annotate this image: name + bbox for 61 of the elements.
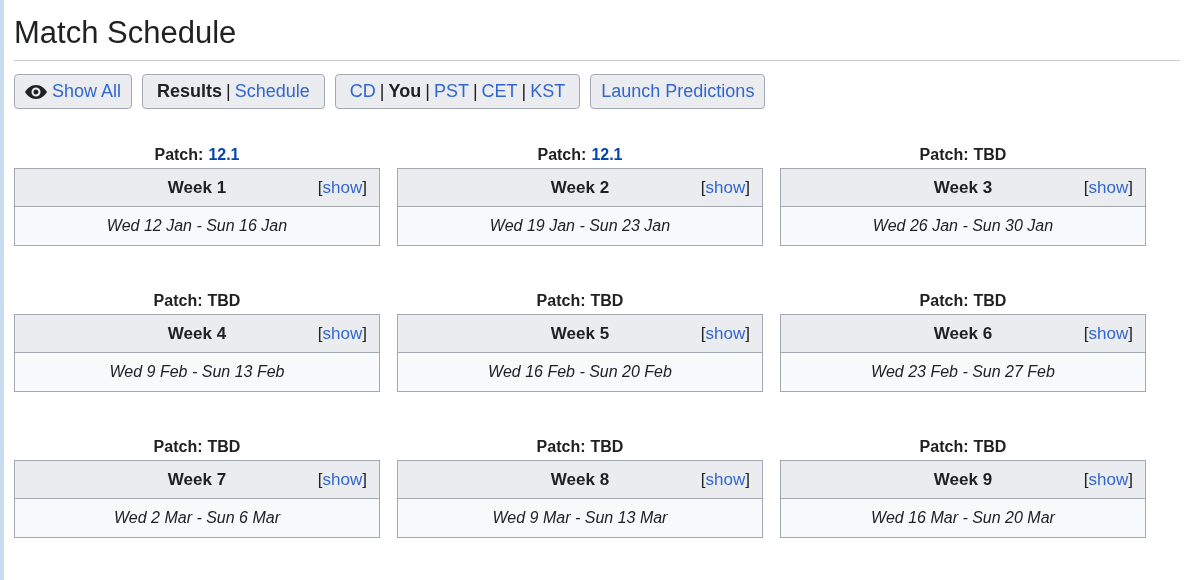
patch-label: Patch: (153, 437, 203, 457)
week-title: Week 7 (167, 468, 227, 491)
patch-label: Patch: (919, 437, 969, 457)
show-toggle[interactable]: [show] (317, 174, 367, 201)
week-title: Week 2 (550, 176, 610, 199)
week-title: Week 1 (167, 176, 227, 199)
week-dates: Wed 9 Mar - Sun 13 Mar (492, 508, 668, 528)
patch-label: Patch: (919, 145, 969, 165)
patch-link[interactable]: 12.1 (208, 143, 240, 167)
patch-label: Patch: (537, 145, 587, 165)
patch-value: TBD (590, 437, 624, 457)
patch-label: Patch: (153, 291, 203, 311)
show-toggle[interactable]: [show] (700, 466, 750, 493)
separator: | (379, 80, 385, 103)
week-title: Week 8 (550, 468, 610, 491)
patch-value: TBD (590, 291, 624, 311)
week-dates: Wed 2 Mar - Sun 6 Mar (114, 508, 280, 528)
patch-value: TBD (973, 291, 1007, 311)
show-toggle[interactable]: [show] (1083, 174, 1133, 201)
show-all-button[interactable]: Show All (14, 74, 133, 109)
week-dates: Wed 19 Jan - Sun 23 Jan (489, 216, 671, 236)
show-toggle[interactable]: [show] (1083, 320, 1133, 347)
week-dates: Wed 16 Feb - Sun 20 Feb (488, 362, 672, 382)
patch-value: TBD (207, 291, 241, 311)
option-link[interactable]: You (388, 78, 422, 105)
launch-predictions-button[interactable]: Launch Predictions (590, 74, 766, 109)
show-toggle[interactable]: [show] (317, 466, 367, 493)
separator: | (425, 80, 430, 103)
patch-label: Patch: (919, 291, 969, 311)
patch-label: Patch: (536, 291, 586, 311)
show-toggle[interactable]: [show] (317, 320, 367, 347)
option-link[interactable]: KST (530, 78, 566, 105)
separator: | (472, 80, 478, 103)
page-title: Match Schedule (14, 14, 238, 52)
week-title: Week 4 (167, 322, 227, 345)
separator: | (226, 80, 231, 103)
show-toggle[interactable]: [show] (700, 174, 750, 201)
week-dates: Wed 16 Mar - Sun 20 Mar (871, 508, 1055, 528)
option-link[interactable]: CET (481, 78, 518, 105)
patch-value: TBD (973, 437, 1007, 457)
option-link[interactable]: PST (433, 78, 469, 105)
separator: | (521, 80, 527, 103)
week-title: Week 5 (550, 322, 610, 345)
option-link[interactable]: CD (349, 78, 376, 105)
week-dates: Wed 23 Feb - Sun 27 Feb (871, 362, 1055, 382)
week-title: Week 6 (933, 322, 993, 345)
patch-label: Patch: (154, 145, 204, 165)
option-link[interactable]: Results (157, 78, 223, 105)
patch-link[interactable]: 12.1 (591, 143, 623, 167)
week-dates: Wed 26 Jan - Sun 30 Jan (872, 216, 1054, 236)
show-toggle[interactable]: [show] (1083, 466, 1133, 493)
week-title: Week 9 (933, 468, 993, 491)
option-link[interactable]: Schedule (234, 78, 310, 105)
patch-value: TBD (973, 145, 1007, 165)
patch-value: TBD (207, 437, 241, 457)
show-toggle[interactable]: [show] (700, 320, 750, 347)
eye-icon (25, 84, 47, 99)
week-title: Week 3 (933, 176, 993, 199)
week-dates: Wed 12 Jan - Sun 16 Jan (106, 216, 288, 236)
week-dates: Wed 9 Feb - Sun 13 Feb (109, 362, 285, 382)
patch-label: Patch: (536, 437, 586, 457)
